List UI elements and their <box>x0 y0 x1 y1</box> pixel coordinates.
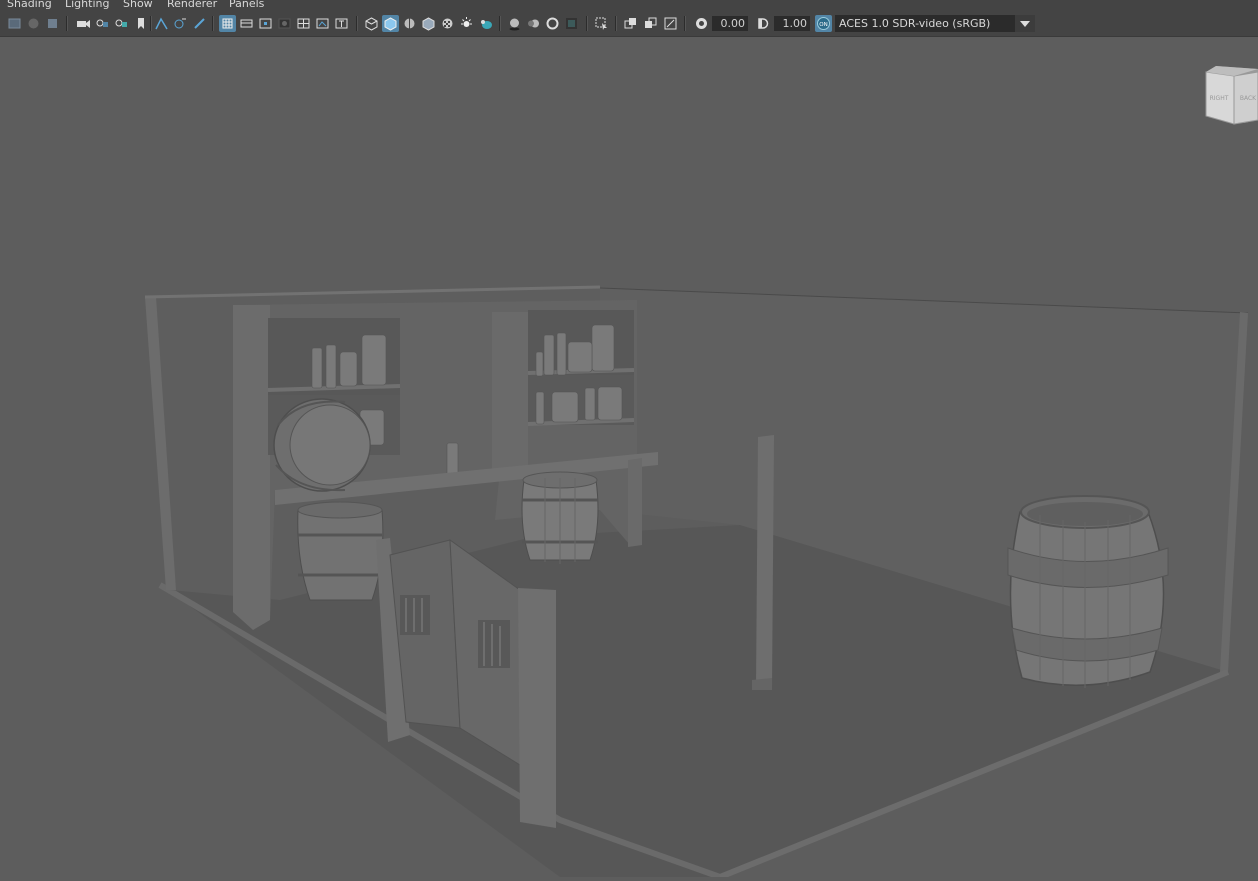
checker-icon[interactable] <box>439 15 456 32</box>
color-space-value: ACES 1.0 SDR-video (sRGB) <box>839 17 991 30</box>
gamma-icon[interactable] <box>754 15 771 32</box>
color-space-dropdown[interactable]: ACES 1.0 SDR-video (sRGB) <box>835 15 1035 32</box>
exposure-field[interactable]: 0.00 <box>712 16 748 31</box>
menu-renderer[interactable]: Renderer <box>167 0 217 11</box>
color-management-badge: ON <box>819 22 827 28</box>
3d-viewport[interactable] <box>0 37 1258 880</box>
wireframe-on-shaded-icon[interactable] <box>401 15 418 32</box>
resolution-gate-icon[interactable] <box>113 15 130 32</box>
gate-mask-icon[interactable] <box>276 15 293 32</box>
viewcube[interactable]: RIGHT BACK <box>1198 66 1258 128</box>
safe-action-icon[interactable] <box>314 15 331 32</box>
xray-joints-icon[interactable] <box>642 15 659 32</box>
menu-panels[interactable]: Panels <box>229 0 264 11</box>
menu-lighting[interactable]: Lighting <box>65 0 109 11</box>
camera-icon[interactable] <box>75 15 92 32</box>
viewcube-face-right[interactable]: RIGHT <box>1210 95 1229 102</box>
barrel-large <box>1007 495 1169 688</box>
barrel-middle <box>521 471 599 564</box>
menu-show[interactable]: Show <box>123 0 153 11</box>
film-gate-icon[interactable] <box>94 15 111 32</box>
menu-shading[interactable]: Shading <box>7 0 52 11</box>
motion-blur-icon[interactable] <box>525 15 542 32</box>
isolate-select-icon[interactable] <box>593 15 610 32</box>
panel-menu-bar: Shading Lighting Show Renderer Panels <box>0 0 1258 12</box>
image-plane-icon[interactable] <box>153 15 170 32</box>
viewcube-face-back[interactable]: BACK <box>1240 95 1257 102</box>
barrel-sideways <box>273 398 371 492</box>
grease-pencil-icon[interactable] <box>172 15 189 32</box>
film-gate-toggle-icon[interactable] <box>238 15 255 32</box>
pencil-icon[interactable] <box>191 15 208 32</box>
color-management-icon[interactable]: ON <box>815 15 832 32</box>
pillar <box>756 435 774 688</box>
screen-space-ao-icon[interactable] <box>506 15 523 32</box>
depth-of-field-icon[interactable] <box>563 15 580 32</box>
camera-attributes-icon[interactable] <box>25 15 42 32</box>
shadows-icon[interactable] <box>477 15 494 32</box>
exposure-icon[interactable] <box>693 15 710 32</box>
xray-icon[interactable] <box>622 15 639 32</box>
xray-components-icon[interactable] <box>662 15 679 32</box>
gamma-field[interactable]: 1.00 <box>774 16 810 31</box>
resolution-gate-toggle-icon[interactable] <box>257 15 274 32</box>
field-chart-icon[interactable] <box>295 15 312 32</box>
grid-icon[interactable] <box>219 15 236 32</box>
default-lighting-icon[interactable] <box>458 15 475 32</box>
barrel-left <box>297 501 384 601</box>
textured-icon[interactable] <box>420 15 437 32</box>
anti-aliasing-icon[interactable] <box>544 15 561 32</box>
select-camera-icon[interactable] <box>6 15 23 32</box>
bookmark-icon[interactable] <box>132 15 149 32</box>
chevron-down-icon[interactable] <box>1015 15 1035 32</box>
bookmarks-icon[interactable] <box>44 15 61 32</box>
smooth-shade-icon[interactable] <box>382 15 399 32</box>
wireframe-icon[interactable] <box>363 15 380 32</box>
scene-render <box>144 285 1249 880</box>
safe-title-icon[interactable] <box>333 15 350 32</box>
panel-toolbar: 0.00 1.00 ON ACES 1.0 SDR-video (sRGB) <box>0 12 1258 37</box>
